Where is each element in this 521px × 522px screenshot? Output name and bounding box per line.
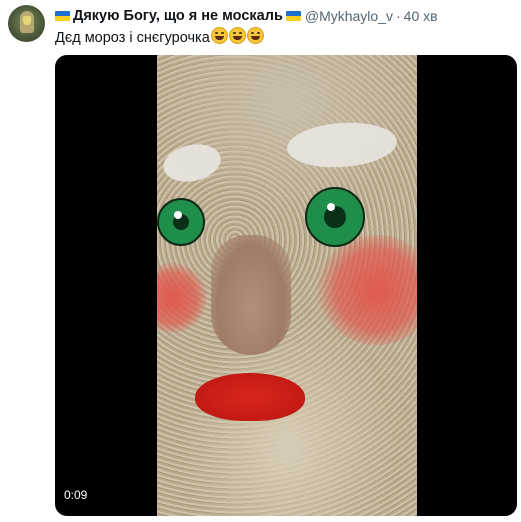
separator-dot: · <box>396 8 401 24</box>
nose <box>211 235 291 355</box>
mouth <box>195 373 305 421</box>
tweet-text: Дєд мороз і снєгурочка <box>55 27 264 46</box>
right-eyebrow <box>285 119 399 171</box>
right-cheek <box>317 235 417 345</box>
tears-of-joy-emoji-icon <box>210 27 228 44</box>
ukraine-flag-icon <box>55 11 70 21</box>
tweet-body: Дєд мороз і снєгурочка <box>55 30 210 46</box>
tears-of-joy-emoji-icon <box>246 27 264 44</box>
video-timecode: 0:09 <box>64 488 88 502</box>
author-avatar[interactable] <box>8 5 45 42</box>
left-cheek <box>157 263 207 333</box>
avatar-emblem <box>23 16 31 25</box>
video-frame <box>157 55 417 516</box>
tweet-header: Дякую Богу, що я не москаль @Mykhaylo_v … <box>55 6 515 26</box>
right-eye <box>305 187 365 247</box>
post-timestamp[interactable]: 40 хв <box>404 8 438 24</box>
video-player[interactable]: 0:09 <box>55 55 517 516</box>
left-eye <box>157 198 205 246</box>
tears-of-joy-emoji-icon <box>228 27 246 44</box>
ukraine-flag-icon <box>285 11 301 21</box>
left-eyebrow <box>159 139 225 187</box>
author-name[interactable]: Дякую Богу, що я не москаль <box>73 8 283 24</box>
author-handle[interactable]: @Mykhaylo_v <box>305 8 393 24</box>
